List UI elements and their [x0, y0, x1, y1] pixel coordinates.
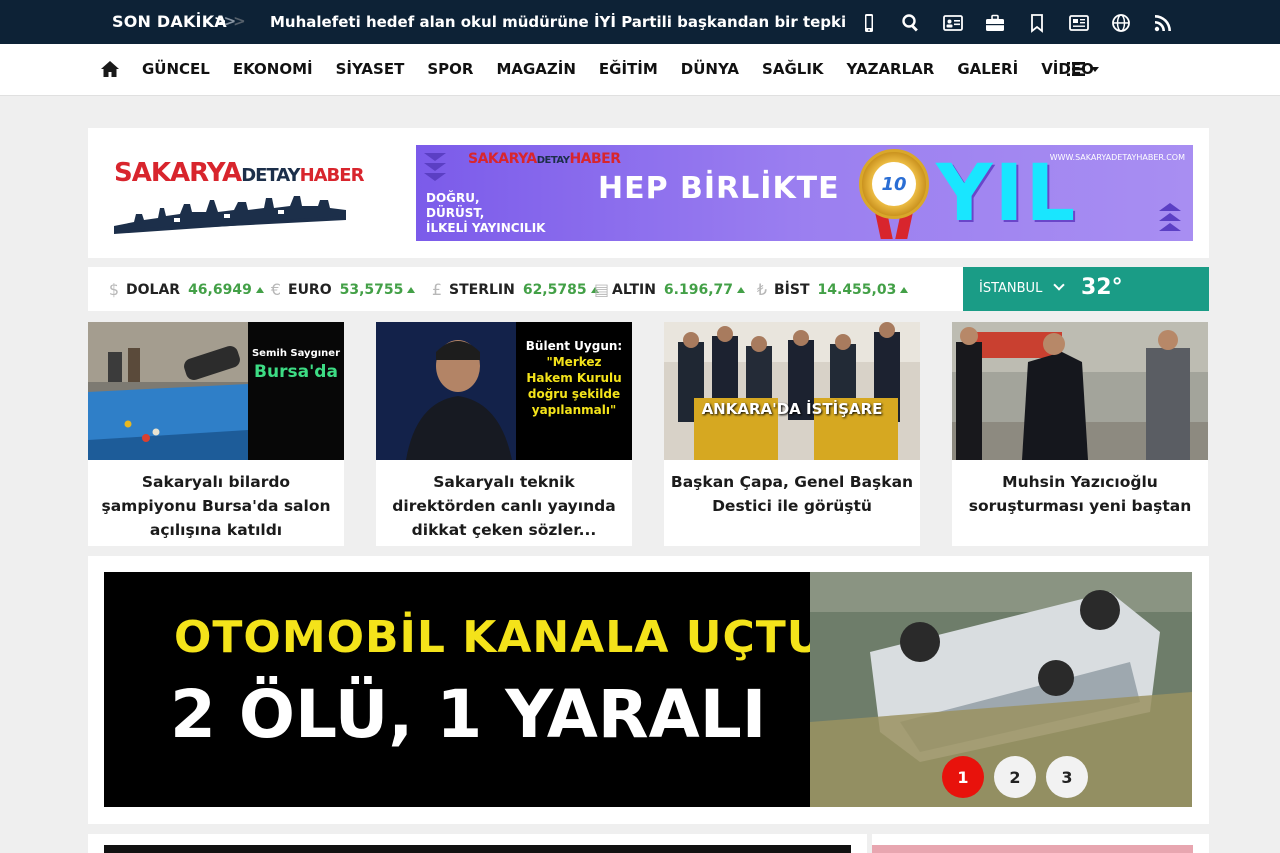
lira-icon: ₺ — [756, 280, 768, 299]
banner-slogan: DOĞRU, DÜRÜST, İLKELİ YAYINCILIK — [426, 191, 546, 235]
mobile-icon[interactable] — [848, 11, 890, 35]
id-card-icon[interactable] — [932, 11, 974, 35]
news-card-image[interactable]: Semih Saygıner Bursa'da — [88, 322, 344, 460]
bottom-section-right — [872, 834, 1209, 853]
logo-part-detay: DETAY — [241, 165, 300, 186]
slide-headline-line1: OTOMOBİL KANALA UÇTU — [174, 612, 824, 663]
nav-item-saglik[interactable]: SAĞLIK — [762, 60, 824, 78]
chevrons-icon: >>> — [214, 12, 246, 30]
nav-item-dunya[interactable]: DÜNYA — [681, 60, 739, 78]
main-nav: GÜNCEL EKONOMİ SİYASET SPOR MAGAZİN EĞİT… — [0, 44, 1280, 96]
globe-icon[interactable] — [1100, 11, 1142, 35]
finance-ticker: $ DOLAR 46,6949 € EURO 53,5755 £ STERLIN… — [88, 267, 963, 311]
arrow-up-icon — [255, 286, 264, 293]
news-card[interactable]: Bülent Uygun: "Merkez Hakem Kurulu doğru… — [376, 322, 632, 546]
home-icon[interactable] — [100, 59, 120, 79]
chevron-down-icon — [1053, 279, 1065, 291]
chevron-down-deco-icon — [424, 153, 446, 183]
news-card[interactable]: ANKARA'DA İSTİŞARE Başkan Çapa, Genel Ba… — [664, 322, 920, 546]
breaking-headline-link[interactable]: Muhalefeti hedef alan okul müdürüne İYİ … — [270, 13, 846, 31]
arrow-up-icon — [407, 286, 416, 293]
bottom-image-strip[interactable] — [104, 845, 851, 853]
nav-item-ekonomi[interactable]: EKONOMİ — [233, 60, 313, 78]
city-skyline-icon — [114, 196, 346, 234]
site-header: SAKARYADETAYHABER SAKARYADETAYHABER DOĞR… — [88, 128, 1209, 258]
banner-yil: YIL — [936, 149, 1078, 239]
list-icon — [1067, 62, 1085, 76]
pound-icon: £ — [431, 280, 443, 299]
weather-temperature: 32° — [1081, 275, 1123, 300]
rss-icon[interactable] — [1142, 11, 1184, 35]
bottom-section-left — [88, 834, 867, 853]
arrow-up-icon — [737, 286, 746, 293]
nav-more-menu[interactable] — [1067, 61, 1099, 77]
banner-logo: SAKARYADETAYHABER — [468, 151, 621, 167]
finance-item-altin[interactable]: ▤ ALTIN 6.196,77 — [594, 280, 746, 299]
breaking-label: SON DAKİKA — [112, 12, 227, 31]
arrow-up-icon — [900, 286, 909, 293]
weather-city-select[interactable]: İSTANBUL — [979, 281, 1042, 296]
news-card-title[interactable]: Muhsin Yazıcıoğlu soruşturması yeni başt… — [958, 470, 1202, 518]
nav-item-magazin[interactable]: MAGAZİN — [496, 60, 575, 78]
nav-item-yazarlar[interactable]: YAZARLAR — [847, 60, 935, 78]
nav-item-siyaset[interactable]: SİYASET — [336, 60, 405, 78]
slider-pager: 1 2 3 — [942, 756, 1088, 798]
finance-item-euro[interactable]: € EURO 53,5755 — [270, 280, 416, 299]
slide-headline-line2: 2 ÖLÜ, 1 YARALI — [170, 676, 767, 753]
finance-item-bist[interactable]: ₺ BİST 14.455,03 — [756, 280, 909, 299]
news-card[interactable]: Semih Saygıner Bursa'da Sakaryalı bilard… — [88, 322, 344, 546]
finance-item-dolar[interactable]: $ DOLAR 46,6949 — [108, 280, 264, 299]
bookmark-icon[interactable] — [1016, 11, 1058, 35]
medal-icon: 10 — [859, 149, 929, 219]
news-card-title[interactable]: Sakaryalı bilardo şampiyonu Bursa'da sal… — [94, 470, 338, 542]
euro-icon: € — [270, 280, 282, 299]
finance-item-sterlin[interactable]: £ STERLIN 62,5785 — [431, 280, 599, 299]
site-logo[interactable]: SAKARYADETAYHABER — [114, 154, 364, 238]
banner-url: WWW.SAKARYADETAYHABER.COM — [1049, 153, 1185, 162]
slider-page-2[interactable]: 2 — [994, 756, 1036, 798]
headline-slider[interactable]: OTOMOBİL KANALA UÇTU 2 ÖLÜ, 1 YARALI 1 2… — [104, 572, 1192, 807]
headline-slider-box: OTOMOBİL KANALA UÇTU 2 ÖLÜ, 1 YARALI 1 2… — [88, 556, 1209, 824]
nav-item-guncel[interactable]: GÜNCEL — [142, 60, 210, 78]
news-card-image[interactable]: Bülent Uygun: "Merkez Hakem Kurulu doğru… — [376, 322, 632, 460]
card-overlay-text: Bursa'da — [254, 362, 338, 382]
nav-item-spor[interactable]: SPOR — [427, 60, 473, 78]
card-overlay-text: ANKARA'DA İSTİŞARE — [701, 400, 883, 418]
logo-part-haber: HABER — [299, 165, 365, 186]
chevron-down-icon — [1091, 66, 1099, 72]
chevron-up-deco-icon — [1159, 203, 1181, 233]
news-card-image[interactable]: ANKARA'DA İSTİŞARE — [664, 322, 920, 460]
news-card-title[interactable]: Sakaryalı teknik direktörden canlı yayın… — [382, 470, 626, 542]
weather-widget[interactable]: İSTANBUL 32° — [963, 267, 1209, 311]
breaking-news-bar: SON DAKİKA >>> Muhalefeti hedef alan oku… — [0, 0, 1280, 44]
gold-coins-icon: ▤ — [594, 280, 610, 299]
slider-page-3[interactable]: 3 — [1046, 756, 1088, 798]
top-icon-bar — [848, 11, 1184, 35]
newspaper-icon[interactable] — [1058, 11, 1100, 35]
anniversary-banner[interactable]: SAKARYADETAYHABER DOĞRU, DÜRÜST, İLKELİ … — [416, 145, 1193, 241]
search-icon[interactable] — [890, 11, 932, 35]
nav-item-galeri[interactable]: GALERİ — [957, 60, 1018, 78]
nav-item-egitim[interactable]: EĞİTİM — [599, 60, 658, 78]
news-card[interactable]: Muhsin Yazıcıoğlu soruşturması yeni başt… — [952, 322, 1208, 546]
card-overlay-text: Bülent Uygun: "Merkez Hakem Kurulu doğru… — [525, 339, 623, 417]
dollar-icon: $ — [108, 280, 120, 299]
bottom-ad-strip[interactable] — [872, 845, 1193, 853]
banner-headline: HEP BİRLİKTE — [598, 171, 840, 206]
nav-item-list: GÜNCEL EKONOMİ SİYASET SPOR MAGAZİN EĞİT… — [142, 60, 1117, 78]
news-card-image[interactable] — [952, 322, 1208, 460]
card-overlay-text: Semih Saygıner — [251, 348, 340, 359]
logo-part-sakarya: SAKARYA — [114, 158, 242, 188]
briefcase-icon[interactable] — [974, 11, 1016, 35]
slider-page-1[interactable]: 1 — [942, 756, 984, 798]
news-card-title[interactable]: Başkan Çapa, Genel Başkan Destici ile gö… — [670, 470, 914, 518]
